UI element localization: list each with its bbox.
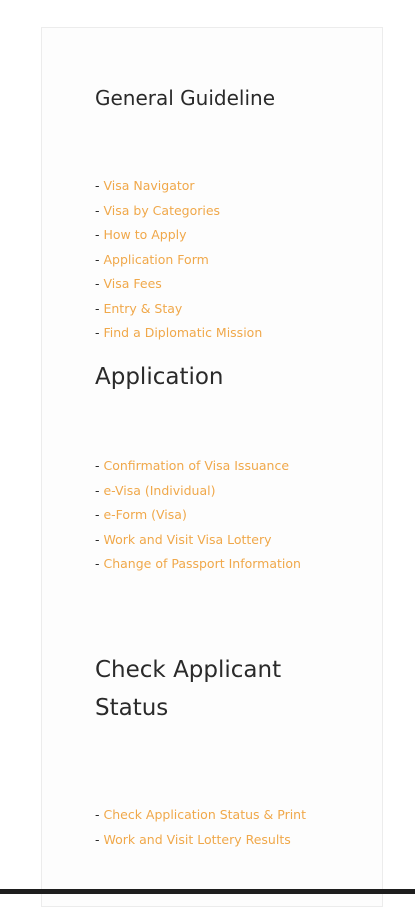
- link-how-to-apply[interactable]: How to Apply: [103, 227, 186, 242]
- list-item: - e-Form (Visa): [95, 503, 305, 528]
- link-work-and-visit-visa-lottery[interactable]: Work and Visit Visa Lottery: [103, 532, 271, 547]
- link-find-diplomatic-mission[interactable]: Find a Diplomatic Mission: [103, 325, 262, 340]
- list-item: - Work and Visit Visa Lottery: [95, 528, 305, 553]
- bottom-edge-bar: [0, 889, 415, 894]
- link-confirmation-of-visa-issuance[interactable]: Confirmation of Visa Issuance: [103, 458, 289, 473]
- link-application-form[interactable]: Application Form: [103, 252, 208, 267]
- guideline-sidebar-card: General Guideline - Visa Navigator - Vis…: [41, 27, 383, 907]
- link-visa-fees[interactable]: Visa Fees: [103, 276, 161, 291]
- general-guideline-links: - Visa Navigator - Visa by Categories - …: [95, 174, 262, 346]
- list-item: - e-Visa (Individual): [95, 479, 305, 504]
- link-entry-and-stay[interactable]: Entry & Stay: [103, 301, 182, 316]
- list-item: - Confirmation of Visa Issuance: [95, 454, 305, 479]
- section-title-general-guideline: General Guideline: [95, 86, 275, 110]
- link-visa-navigator[interactable]: Visa Navigator: [103, 178, 194, 193]
- link-visa-by-categories[interactable]: Visa by Categories: [103, 203, 220, 218]
- list-item: - Visa Navigator: [95, 174, 262, 199]
- link-work-and-visit-lottery-results[interactable]: Work and Visit Lottery Results: [103, 832, 290, 847]
- list-item: - Visa Fees: [95, 272, 262, 297]
- link-check-application-status-print[interactable]: Check Application Status & Print: [103, 807, 306, 822]
- list-item: - Check Application Status & Print: [95, 803, 330, 828]
- check-applicant-status-links: - Check Application Status & Print - Wor…: [95, 803, 330, 852]
- list-item: - Change of Passport Information: [95, 552, 305, 577]
- link-change-of-passport-information[interactable]: Change of Passport Information: [103, 556, 300, 571]
- link-e-form-visa[interactable]: e-Form (Visa): [103, 507, 186, 522]
- list-item: - How to Apply: [95, 223, 262, 248]
- section-title-check-applicant-status: Check Applicant Status: [95, 651, 335, 727]
- link-e-visa-individual[interactable]: e-Visa (Individual): [103, 483, 215, 498]
- application-links: - Confirmation of Visa Issuance - e-Visa…: [95, 454, 305, 577]
- section-title-application: Application: [95, 364, 224, 390]
- list-item: - Work and Visit Lottery Results: [95, 828, 330, 853]
- list-item: - Visa by Categories: [95, 199, 262, 224]
- list-item: - Find a Diplomatic Mission: [95, 321, 262, 346]
- list-item: - Entry & Stay: [95, 297, 262, 322]
- list-item: - Application Form: [95, 248, 262, 273]
